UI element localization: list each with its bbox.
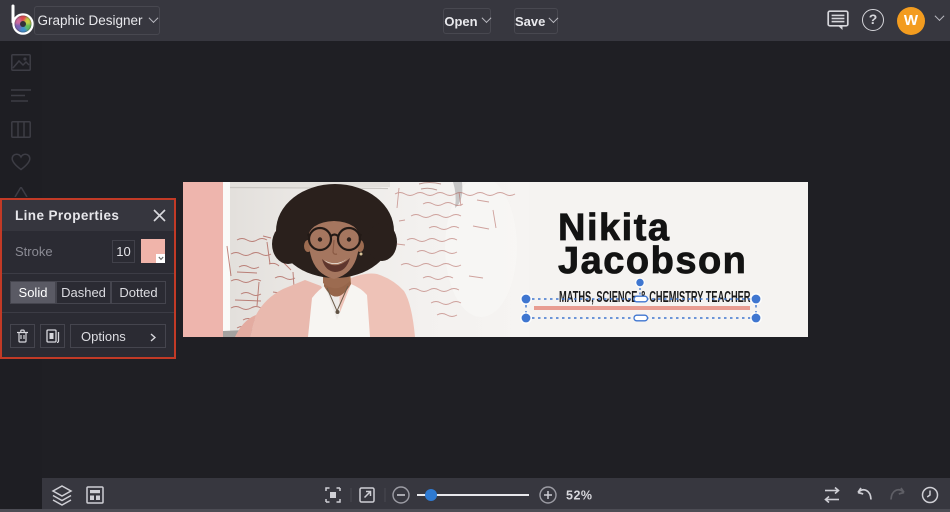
svg-text:52%: 52% (566, 489, 593, 503)
